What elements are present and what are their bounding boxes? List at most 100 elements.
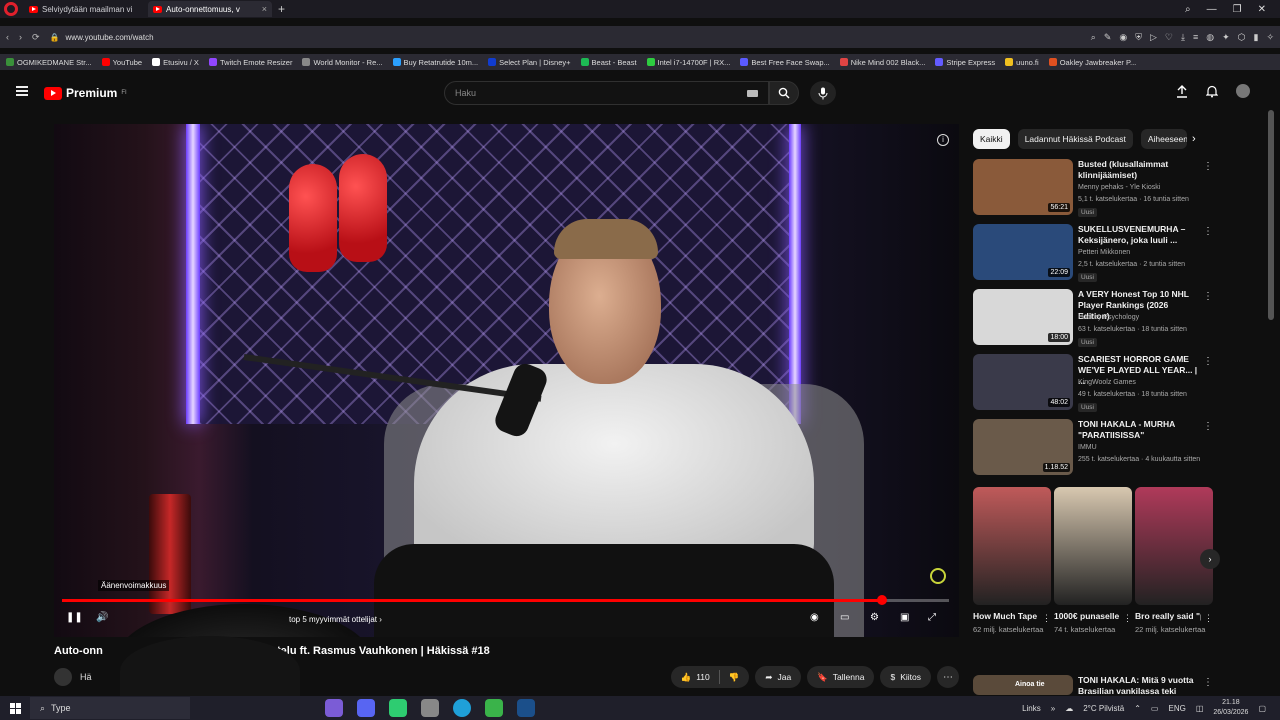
progress-bar[interactable] (62, 595, 949, 605)
chip-all[interactable]: Kaikki (973, 129, 1010, 149)
channel-name[interactable]: IMMU (1078, 444, 1097, 451)
page-scrollbar[interactable] (1268, 110, 1274, 320)
edge-icon[interactable] (453, 699, 471, 717)
bookmark-item[interactable]: YouTube (101, 58, 142, 67)
miniplayer-icon[interactable]: ▣ (900, 612, 909, 623)
recommendation-item[interactable]: 18:00 A VERY Honest Top 10 NHL Player Ran… (973, 289, 1213, 347)
short-item[interactable]: How Much Tape To Sto... 62 milj. katselu… (973, 487, 1051, 635)
recommendation-item[interactable]: 22:09 SUKELLUSVENEMURHA – Keksijänero, jo… (973, 224, 1213, 282)
play-icon[interactable]: ▷ (1150, 32, 1157, 43)
bookmark-item[interactable]: uuno.fi (1005, 58, 1039, 67)
app-icon[interactable] (325, 699, 343, 717)
video-menu-icon[interactable]: ⋮ (1203, 161, 1213, 172)
volume-icon[interactable]: 🔊 (96, 612, 108, 623)
new-tab-icon[interactable]: + (278, 2, 285, 16)
recommendation-item[interactable]: 1.18.52 TONI HAKALA - MURHA "PARATIISISSA… (973, 419, 1213, 477)
search-input[interactable]: Haku (444, 81, 769, 105)
autoplay-toggle-icon[interactable]: ◉ (810, 612, 819, 623)
browser-tab-1[interactable]: Selviydytään maailman vi (24, 1, 148, 17)
taskbar-search[interactable]: ⌕ Type (30, 697, 190, 719)
keyboard-icon[interactable] (747, 90, 758, 97)
video-menu-icon[interactable]: ⋮ (1203, 421, 1213, 432)
bookmark-item[interactable]: Buy Retatrutide 10m... (392, 58, 478, 67)
minimize-icon[interactable]: — (1207, 4, 1217, 15)
recommendation-item[interactable]: Ainoa tie TONI HAKALA: Mitä 9 vuotta Bra… (973, 675, 1213, 695)
info-icon[interactable]: i (937, 134, 949, 146)
video-player[interactable]: i Äänenvoimakkuus ❚❚ 🔊 top 5 myyvimmät o… (54, 124, 959, 637)
channel-avatar[interactable] (54, 668, 72, 686)
recommendation-item[interactable]: 56:21 Busted (klusallaimmat klinnijäämise… (973, 159, 1213, 217)
channel-name[interactable]: Petteri Mikkonen (1078, 249, 1130, 256)
upload-icon[interactable] (1176, 84, 1188, 98)
sidebar-icon[interactable]: ▮ (1254, 32, 1259, 43)
reload-icon[interactable]: ⟳ (32, 32, 40, 43)
back-icon[interactable]: ‹ (6, 32, 9, 42)
progress-scrubber[interactable] (877, 595, 888, 605)
opera-logo-icon[interactable] (4, 2, 18, 16)
tab-close-icon[interactable]: × (262, 4, 267, 14)
shield-icon[interactable]: ⛨ (1135, 32, 1142, 43)
channel-watermark-icon[interactable] (930, 568, 946, 584)
video-menu-icon[interactable]: ⋮ (1203, 291, 1213, 302)
voice-search-button[interactable] (810, 81, 836, 105)
discord-icon[interactable] (357, 699, 375, 717)
channel-name[interactable]: Hä (80, 672, 92, 682)
bookmark-item[interactable]: OGMIKEDMANE Str... (6, 58, 92, 67)
chip-channel[interactable]: Ladannut Häkissä Podcast (1017, 129, 1133, 149)
extension-icon[interactable]: ✦ (1222, 32, 1230, 43)
forward-icon[interactable]: › (19, 32, 22, 42)
url-field[interactable]: 🔒 www.youtube.com/watch (50, 33, 970, 42)
chapter-title[interactable]: top 5 myyvimmät ottelijat › (289, 615, 382, 624)
notifications-bell-icon[interactable] (1206, 85, 1218, 98)
app-icon[interactable] (485, 699, 503, 717)
bookmark-item[interactable]: Etusivu / X (152, 58, 199, 67)
clock[interactable]: 21.18 26/03/2026 (1213, 698, 1248, 718)
like-button[interactable]: 👍 110 👎 (670, 666, 750, 688)
search-icon[interactable]: ⌕ (1091, 32, 1096, 43)
cube-icon[interactable]: ⬡ (1238, 32, 1246, 43)
channel-name[interactable]: KingWoolz Games (1078, 379, 1136, 386)
search-tabs-icon[interactable]: ⌕ (1185, 4, 1191, 15)
thumbs-down-icon[interactable]: 👎 (729, 672, 740, 683)
links-toolbar[interactable]: Links (1022, 704, 1041, 713)
youtube-premium-logo[interactable]: Premium FI (44, 86, 127, 100)
video-menu-icon[interactable]: ⋮ (1203, 226, 1213, 237)
bookmark-item[interactable]: Twitch Emote Resizer (208, 58, 292, 67)
ai-icon[interactable]: ✧ (1266, 32, 1274, 43)
short-menu-icon[interactable]: ⋮ (1123, 613, 1132, 624)
hamburger-menu-icon[interactable] (16, 86, 28, 96)
video-menu-icon[interactable]: ⋮ (1203, 356, 1213, 367)
recommendation-item[interactable]: 48:02 SCARIEST HORROR GAME WE'VE PLAYED A… (973, 354, 1213, 412)
bookmark-item[interactable]: Nike Mind 002 Black... (839, 58, 925, 67)
chip-related[interactable]: Aiheeseen (1140, 129, 1187, 149)
edit-icon[interactable]: ✎ (1104, 32, 1112, 43)
short-menu-icon[interactable]: ⋮ (1042, 613, 1051, 624)
bookmark-item[interactable]: Stripe Express (935, 58, 995, 67)
maximize-icon[interactable]: ❐ (1233, 4, 1242, 15)
language-indicator[interactable]: ENG (1168, 704, 1185, 713)
bookmark-item[interactable]: Select Plan | Disney+ (488, 58, 571, 67)
account-avatar[interactable] (1236, 84, 1250, 98)
save-button[interactable]: 🔖 Tallenna (807, 666, 875, 688)
download-icon[interactable]: ⤓ (1181, 32, 1185, 43)
start-button[interactable] (0, 702, 30, 714)
bookmark-item[interactable]: World Monitor - Re... (302, 58, 383, 67)
shorts-next-icon[interactable]: › (1200, 549, 1220, 569)
fullscreen-icon[interactable]: ⤢ (928, 612, 936, 623)
video-menu-icon[interactable]: ⋮ (1203, 677, 1213, 688)
channel-name[interactable]: Hockey Psychology (1078, 314, 1139, 321)
short-menu-icon[interactable]: ⋮ (1204, 613, 1213, 624)
search-button[interactable] (769, 81, 799, 105)
menu-icon[interactable]: ≡ (1193, 32, 1198, 43)
thanks-button[interactable]: $ Kiitos (880, 666, 931, 688)
app-icon[interactable] (389, 699, 407, 717)
weather-text[interactable]: 2°C Pilvistä (1083, 704, 1124, 713)
pause-icon[interactable]: ❚❚ (66, 612, 83, 623)
weather-icon[interactable]: ☁ (1065, 704, 1073, 713)
short-item[interactable]: 1000€ punaselle f... 74 t. katselukertaa… (1054, 487, 1132, 635)
notifications-icon[interactable]: ▢ (1258, 704, 1266, 713)
camera-icon[interactable]: ◉ (1119, 32, 1127, 43)
browser-tab-2[interactable]: Auto-onnettomuus, v × (148, 1, 272, 17)
tray-app-icon[interactable]: ▭ (1151, 704, 1159, 713)
share-button[interactable]: ➦ Jaa (755, 666, 802, 688)
